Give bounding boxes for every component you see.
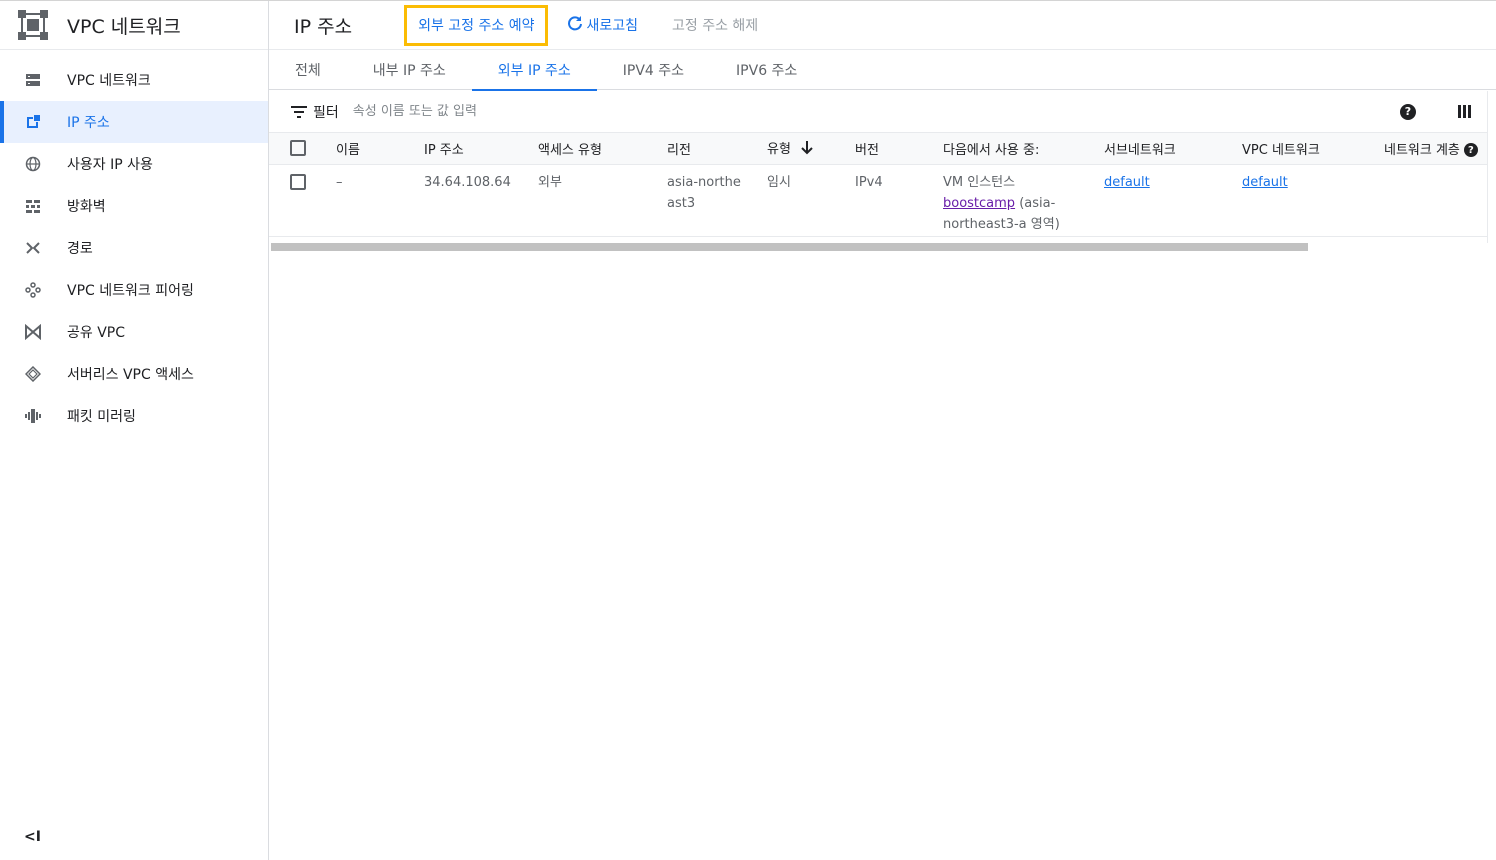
filter-icon[interactable] bbox=[291, 105, 307, 118]
filter-label: 필터 bbox=[313, 104, 339, 121]
refresh-icon bbox=[567, 15, 583, 35]
sidebar-item-vpc-network[interactable]: VPC 네트워크 bbox=[0, 59, 268, 101]
cell-network-tier bbox=[1384, 164, 1488, 236]
globe-icon bbox=[24, 155, 42, 173]
peering-icon bbox=[24, 281, 42, 299]
ip-address-table: 이름 IP 주소 액세스 유형 리전 유형 버전 다음에서 사용 중: 서브네트… bbox=[269, 133, 1488, 237]
sidebar: VPC 네트워크 VPC 네트워크 IP 주소 사용자 IP 사용 방화벽 경로… bbox=[0, 1, 269, 860]
sidebar-title: VPC 네트워크 bbox=[67, 15, 181, 38]
sidebar-item-ip-address[interactable]: IP 주소 bbox=[0, 101, 268, 143]
row-checkbox[interactable] bbox=[290, 173, 306, 190]
sidebar-item-label: 패킷 미러링 bbox=[67, 409, 136, 425]
action-bar: IP 주소 외부 고정 주소 예약 새로고침 고정 주소 해제 bbox=[269, 1, 1496, 50]
sidebar-item-vpc-peering[interactable]: VPC 네트워크 피어링 bbox=[0, 269, 268, 311]
vpc-network-logo-icon bbox=[18, 10, 48, 40]
table-row: – 34.64.108.64 외부 asia-northeast3 임시 IPv… bbox=[269, 164, 1488, 236]
column-header-version[interactable]: 버전 bbox=[855, 133, 943, 164]
firewall-icon bbox=[24, 197, 42, 215]
used-by-resource-type: VM 인스턴스 bbox=[943, 174, 1016, 190]
tab-all[interactable]: 전체 bbox=[269, 50, 347, 90]
cell-version: IPv4 bbox=[855, 174, 883, 190]
tab-ipv6[interactable]: IPV6 주소 bbox=[710, 50, 823, 90]
tab-bar: 전체 내부 IP 주소 외부 IP 주소 IPV4 주소 IPV6 주소 bbox=[269, 50, 1496, 91]
column-header-subnetwork[interactable]: 서브네트워크 bbox=[1104, 133, 1242, 164]
refresh-label: 새로고침 bbox=[586, 18, 638, 34]
ip-address-table-container: 이름 IP 주소 액세스 유형 리전 유형 버전 다음에서 사용 중: 서브네트… bbox=[269, 133, 1488, 243]
reserve-static-address-button[interactable]: 외부 고정 주소 예약 bbox=[404, 4, 549, 46]
sidebar-item-label: IP 주소 bbox=[67, 115, 110, 131]
column-header-access-type[interactable]: 액세스 유형 bbox=[538, 133, 667, 164]
horizontal-scrollbar[interactable] bbox=[271, 243, 1308, 251]
sidebar-header: VPC 네트워크 bbox=[0, 1, 268, 50]
routes-icon bbox=[24, 239, 42, 257]
sidebar-item-label: 사용자 IP 사용 bbox=[67, 157, 153, 173]
used-by-instance-link[interactable]: boostcamp bbox=[943, 196, 1015, 211]
sidebar-item-packet-mirroring[interactable]: 패킷 미러링 bbox=[0, 395, 268, 437]
help-icon[interactable]: ? bbox=[1400, 103, 1416, 120]
column-header-name[interactable]: 이름 bbox=[336, 133, 424, 164]
cell-ip-address: 34.64.108.64 bbox=[424, 174, 511, 190]
cell-type: 임시 bbox=[767, 174, 791, 190]
row-select-cell bbox=[269, 164, 336, 236]
column-header-type-cell[interactable]: 유형 bbox=[767, 133, 855, 164]
sidebar-item-firewall[interactable]: 방화벽 bbox=[0, 185, 268, 227]
sidebar-item-routes[interactable]: 경로 bbox=[0, 227, 268, 269]
sidebar-item-shared-vpc[interactable]: 공유 VPC bbox=[0, 311, 268, 353]
filter-input[interactable] bbox=[352, 104, 953, 119]
sidebar-nav: VPC 네트워크 IP 주소 사용자 IP 사용 방화벽 경로 VPC 네트워크… bbox=[0, 50, 268, 437]
network-tier-help-icon[interactable]: ? bbox=[1463, 143, 1478, 158]
select-all-checkbox[interactable] bbox=[290, 140, 306, 157]
tab-ipv4[interactable]: IPV4 주소 bbox=[597, 50, 710, 90]
sort-descending-icon bbox=[801, 140, 813, 159]
column-display-options-icon[interactable] bbox=[1458, 105, 1471, 118]
sidebar-item-label: VPC 네트워크 bbox=[67, 73, 151, 89]
subnetwork-link[interactable]: default bbox=[1104, 175, 1150, 190]
serverless-icon bbox=[24, 365, 42, 383]
cell-region: asia-northeast3 bbox=[667, 174, 741, 211]
cell-access-type: 외부 bbox=[538, 174, 562, 190]
table-header-row: 이름 IP 주소 액세스 유형 리전 유형 버전 다음에서 사용 중: 서브네트… bbox=[269, 133, 1488, 164]
sidebar-item-label: VPC 네트워크 피어링 bbox=[67, 283, 194, 299]
tab-external-ip[interactable]: 외부 IP 주소 bbox=[471, 50, 597, 91]
packet-mirroring-icon bbox=[24, 407, 42, 425]
cell-subnetwork: default bbox=[1104, 164, 1242, 236]
page-title: IP 주소 bbox=[294, 15, 353, 38]
filter-bar: 필터 ? bbox=[269, 91, 1488, 133]
column-header-region[interactable]: 리전 bbox=[667, 133, 767, 164]
refresh-button[interactable]: 새로고침 bbox=[567, 15, 638, 35]
column-header-used-by[interactable]: 다음에서 사용 중: bbox=[943, 133, 1104, 164]
sidebar-item-label: 방화벽 bbox=[67, 199, 106, 215]
sidebar-item-label: 서버리스 VPC 액세스 bbox=[67, 367, 194, 383]
table-right-border bbox=[1487, 91, 1488, 243]
column-header-network-tier: 네트워크 계층 bbox=[1384, 142, 1460, 158]
vpc-network-link[interactable]: default bbox=[1242, 175, 1288, 190]
ip-address-icon bbox=[24, 113, 42, 131]
collapse-sidebar-button[interactable]: <I bbox=[24, 829, 41, 845]
column-header-type: 유형 bbox=[767, 142, 791, 157]
reserve-static-address-label: 외부 고정 주소 예약 bbox=[418, 18, 535, 34]
sidebar-item-label: 공유 VPC bbox=[67, 325, 126, 341]
vpc-network-icon bbox=[24, 71, 42, 89]
tab-internal-ip[interactable]: 내부 IP 주소 bbox=[347, 50, 472, 90]
sidebar-item-bring-your-own-ip[interactable]: 사용자 IP 사용 bbox=[0, 143, 268, 185]
shared-vpc-icon bbox=[24, 323, 42, 341]
select-all-column bbox=[269, 133, 336, 164]
cell-used-by: VM 인스턴스 boostcamp (asia-northeast3-a 영역) bbox=[943, 164, 1104, 236]
cell-vpc-network: default bbox=[1242, 164, 1384, 236]
sidebar-item-serverless-vpc-access[interactable]: 서버리스 VPC 액세스 bbox=[0, 353, 268, 395]
column-header-vpc-network[interactable]: VPC 네트워크 bbox=[1242, 133, 1384, 164]
cell-name: – bbox=[336, 174, 343, 190]
release-static-address-button[interactable]: 고정 주소 해제 bbox=[672, 15, 758, 35]
filter-bar-actions: ? bbox=[1400, 103, 1488, 120]
release-static-address-label: 고정 주소 해제 bbox=[671, 18, 759, 34]
column-header-network-tier-cell[interactable]: 네트워크 계층? bbox=[1384, 133, 1488, 164]
sidebar-item-label: 경로 bbox=[67, 241, 93, 257]
column-header-ip-address[interactable]: IP 주소 bbox=[424, 133, 538, 164]
